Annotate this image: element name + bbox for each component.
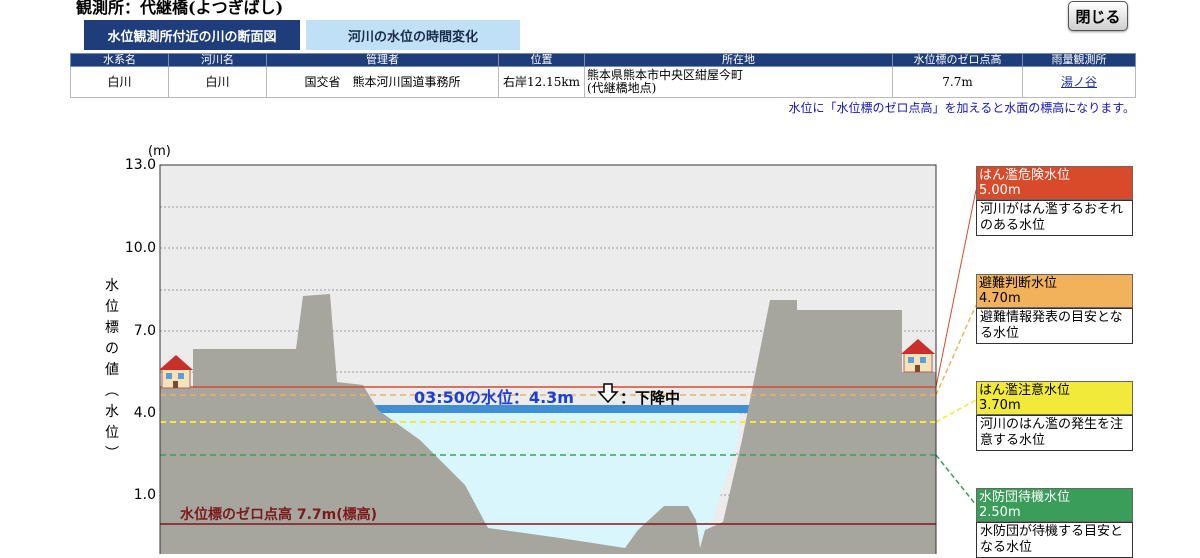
evacuation-level-desc: 避難情報発表の目安となる水位 bbox=[976, 308, 1133, 344]
zero-point-label: 水位標のゼロ点高 7.7m(標高) bbox=[180, 506, 377, 523]
trend-text: ：下降中 bbox=[620, 389, 680, 407]
svg-text:︶: ︶ bbox=[105, 446, 119, 462]
evacuation-level-header: 避難判断水位 4.70m bbox=[976, 274, 1133, 308]
current-water-level-text: 03:50の水位：4.3m bbox=[414, 388, 574, 407]
danger-level-header: はん濫危険水位 5.00m bbox=[976, 166, 1133, 200]
danger-level-legend: はん濫危険水位 5.00m 河川がはん濫するおそれのある水位 bbox=[976, 166, 1133, 236]
svg-text:水: 水 bbox=[105, 278, 119, 294]
y-axis-label: 水 位 標 の 値 ︵ 水 位 ︶ bbox=[105, 278, 119, 462]
danger-connector bbox=[935, 189, 977, 388]
evacuation-connector bbox=[935, 304, 977, 396]
y-tick-label: 7.0 bbox=[134, 323, 156, 339]
evacuation-level-legend: 避難判断水位 4.70m 避難情報発表の目安となる水位 bbox=[976, 274, 1133, 344]
svg-text:の: の bbox=[105, 341, 119, 357]
caution-level-legend: はん濫注意水位 3.70m 河川のはん濫の発生を注意する水位 bbox=[976, 381, 1133, 451]
caution-level-name: はん濫注意水位 bbox=[979, 383, 1071, 398]
svg-text:︵: ︵ bbox=[105, 383, 119, 399]
svg-text:値: 値 bbox=[105, 362, 119, 378]
caution-level-header: はん濫注意水位 3.70m bbox=[976, 381, 1133, 415]
danger-level-name: はん濫危険水位 bbox=[979, 168, 1071, 183]
y-tick-label: 1.0 bbox=[134, 487, 156, 503]
standby-connector bbox=[935, 454, 977, 506]
svg-text:水: 水 bbox=[105, 404, 119, 420]
svg-text:位: 位 bbox=[105, 299, 119, 315]
standby-level-legend: 水防団待機水位 2.50m 水防団が待機する目安となる水位 bbox=[976, 488, 1133, 558]
danger-level-value: 5.00m bbox=[979, 183, 1021, 198]
standby-level-header: 水防団待機水位 2.50m bbox=[976, 488, 1133, 522]
evacuation-level-name: 避難判断水位 bbox=[979, 276, 1058, 291]
standby-level-value: 2.50m bbox=[979, 505, 1021, 520]
y-tick-label: 4.0 bbox=[134, 405, 156, 421]
y-tick-label: 13.0 bbox=[125, 157, 156, 173]
svg-text:標: 標 bbox=[105, 320, 119, 336]
caution-level-desc: 河川のはん濫の発生を注意する水位 bbox=[976, 415, 1133, 451]
caution-level-value: 3.70m bbox=[979, 398, 1021, 413]
evacuation-level-value: 4.70m bbox=[979, 291, 1021, 306]
svg-text:位: 位 bbox=[105, 425, 119, 441]
standby-level-name: 水防団待機水位 bbox=[979, 490, 1071, 505]
y-tick-label: 10.0 bbox=[125, 240, 156, 256]
danger-level-desc: 河川がはん濫するおそれのある水位 bbox=[976, 200, 1133, 236]
standby-level-desc: 水防団が待機する目安となる水位 bbox=[976, 522, 1133, 558]
caution-connector bbox=[935, 399, 977, 423]
